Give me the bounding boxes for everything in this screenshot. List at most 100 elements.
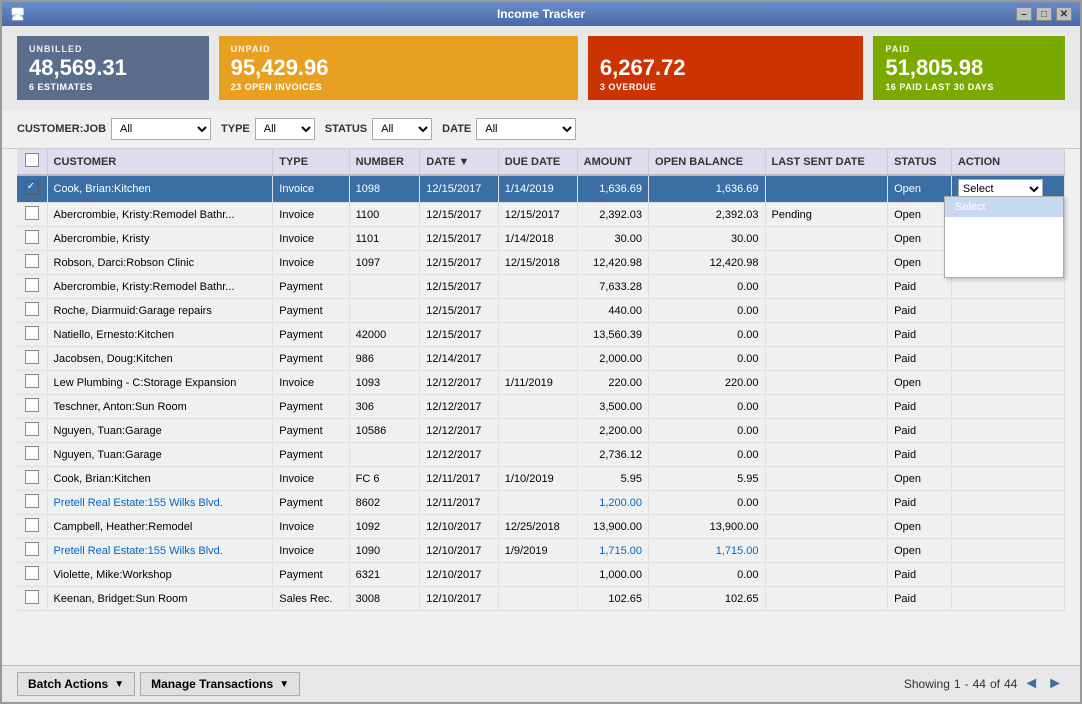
dropdown-item-print[interactable]: Print <box>945 237 1063 257</box>
row-customer: Pretell Real Estate:155 Wilks Blvd. <box>47 491 273 515</box>
manage-transactions-button[interactable]: Manage Transactions ▼ <box>140 672 300 696</box>
row-checkbox[interactable] <box>17 563 47 587</box>
overdue-card[interactable]: 6,267.72 3 OVERDUE <box>588 36 863 100</box>
paid-card[interactable]: PAID 51,805.98 16 PAID LAST 30 DAYS <box>873 36 1065 100</box>
row-amount: 1,200.00 <box>577 491 648 515</box>
row-customer: Jacobsen, Doug:Kitchen <box>47 347 273 371</box>
col-amount[interactable]: AMOUNT <box>577 149 648 175</box>
row-customer: Natiello, Ernesto:Kitchen <box>47 323 273 347</box>
table-row: Nguyen, Tuan:GaragePayment1058612/12/201… <box>17 419 1065 443</box>
unbilled-card[interactable]: UNBILLED 48,569.31 6 ESTIMATES <box>17 36 209 100</box>
row-open-balance: 0.00 <box>649 491 765 515</box>
unpaid-amount: 95,429.96 <box>231 56 566 80</box>
date-select[interactable]: All <box>476 118 576 140</box>
row-date: 12/12/2017 <box>420 443 498 467</box>
row-checkbox[interactable] <box>17 251 47 275</box>
maximize-button[interactable]: □ <box>1036 7 1052 21</box>
row-checkbox[interactable] <box>17 203 47 227</box>
row-open-balance: 0.00 <box>649 347 765 371</box>
row-amount: 3,500.00 <box>577 395 648 419</box>
row-status: Open <box>888 371 952 395</box>
row-due-date <box>498 491 577 515</box>
row-status: Paid <box>888 347 952 371</box>
row-date: 12/12/2017 <box>420 371 498 395</box>
window-icon: 🖥 <box>10 7 25 21</box>
row-last-sent <box>765 251 888 275</box>
row-checkbox[interactable] <box>17 419 47 443</box>
row-date: 12/12/2017 <box>420 419 498 443</box>
row-checkbox[interactable] <box>17 227 47 251</box>
unpaid-card[interactable]: UNPAID 95,429.96 23 OPEN INVOICES <box>219 36 578 100</box>
type-select[interactable]: All <box>255 118 315 140</box>
row-date: 12/15/2017 <box>420 275 498 299</box>
row-type: Invoice <box>273 175 349 203</box>
dropdown-item-email[interactable]: Email <box>945 257 1063 277</box>
row-checkbox[interactable] <box>17 347 47 371</box>
row-checkbox[interactable] <box>17 515 47 539</box>
col-status[interactable]: STATUS <box>888 149 952 175</box>
row-number: 1097 <box>349 251 420 275</box>
col-due-date[interactable]: DUE DATE <box>498 149 577 175</box>
row-type: Payment <box>273 395 349 419</box>
row-due-date: 1/11/2019 <box>498 371 577 395</box>
row-checkbox[interactable] <box>17 275 47 299</box>
paid-sublabel: 16 PAID LAST 30 DAYS <box>885 82 1053 92</box>
row-date: 12/15/2017 <box>420 323 498 347</box>
row-checkbox[interactable] <box>17 371 47 395</box>
dropdown-item-select[interactable]: Select <box>945 197 1063 217</box>
customer-job-select[interactable]: All <box>111 118 211 140</box>
row-amount: 1,000.00 <box>577 563 648 587</box>
minimize-button[interactable]: – <box>1016 7 1032 21</box>
row-amount: 13,900.00 <box>577 515 648 539</box>
col-date[interactable]: DATE ▼ <box>420 149 498 175</box>
summary-bar: UNBILLED 48,569.31 6 ESTIMATES UNPAID 95… <box>2 26 1080 110</box>
row-due-date <box>498 323 577 347</box>
table-row: Jacobsen, Doug:KitchenPayment98612/14/20… <box>17 347 1065 371</box>
row-checkbox[interactable] <box>17 443 47 467</box>
row-status: Paid <box>888 299 952 323</box>
row-action <box>951 275 1064 299</box>
row-last-sent <box>765 371 888 395</box>
row-amount: 2,392.03 <box>577 203 648 227</box>
row-open-balance: 102.65 <box>649 587 765 611</box>
select-all-checkbox[interactable] <box>17 149 47 175</box>
row-due-date <box>498 563 577 587</box>
row-open-balance: 2,392.03 <box>649 203 765 227</box>
table-row: Nguyen, Tuan:GaragePayment12/12/20172,73… <box>17 443 1065 467</box>
table-row: Lew Plumbing - C:Storage ExpansionInvoic… <box>17 371 1065 395</box>
row-status: Open <box>888 227 952 251</box>
main-window: 🖥 Income Tracker – □ ✕ UNBILLED 48,569.3… <box>0 0 1082 704</box>
close-button[interactable]: ✕ <box>1056 7 1072 21</box>
row-customer: Nguyen, Tuan:Garage <box>47 419 273 443</box>
col-type[interactable]: TYPE <box>273 149 349 175</box>
row-due-date <box>498 395 577 419</box>
row-last-sent <box>765 443 888 467</box>
row-type: Invoice <box>273 467 349 491</box>
row-checkbox[interactable] <box>17 175 47 203</box>
status-select[interactable]: All <box>372 118 432 140</box>
action-dropdown-menu: SelectReceive PaymentPrintEmail <box>944 196 1064 278</box>
row-action <box>951 371 1064 395</box>
row-checkbox[interactable] <box>17 491 47 515</box>
row-checkbox[interactable] <box>17 539 47 563</box>
row-checkbox[interactable] <box>17 467 47 491</box>
dropdown-item-receive-payment[interactable]: Receive Payment <box>945 217 1063 237</box>
row-number: 1093 <box>349 371 420 395</box>
row-due-date: 12/15/2018 <box>498 251 577 275</box>
next-page-button[interactable]: ► <box>1045 675 1065 693</box>
col-open-balance[interactable]: OPEN BALANCE <box>649 149 765 175</box>
col-last-sent[interactable]: LAST SENT DATE <box>765 149 888 175</box>
row-checkbox[interactable] <box>17 587 47 611</box>
row-amount: 5.95 <box>577 467 648 491</box>
col-customer[interactable]: CUSTOMER <box>47 149 273 175</box>
batch-actions-button[interactable]: Batch Actions ▼ <box>17 672 135 696</box>
row-checkbox[interactable] <box>17 323 47 347</box>
col-number[interactable]: NUMBER <box>349 149 420 175</box>
row-checkbox[interactable] <box>17 299 47 323</box>
prev-page-button[interactable]: ◄ <box>1021 675 1041 693</box>
row-checkbox[interactable] <box>17 395 47 419</box>
row-date: 12/10/2017 <box>420 539 498 563</box>
row-type: Invoice <box>273 251 349 275</box>
unbilled-sublabel: 6 ESTIMATES <box>29 82 197 92</box>
overdue-label <box>600 44 851 54</box>
